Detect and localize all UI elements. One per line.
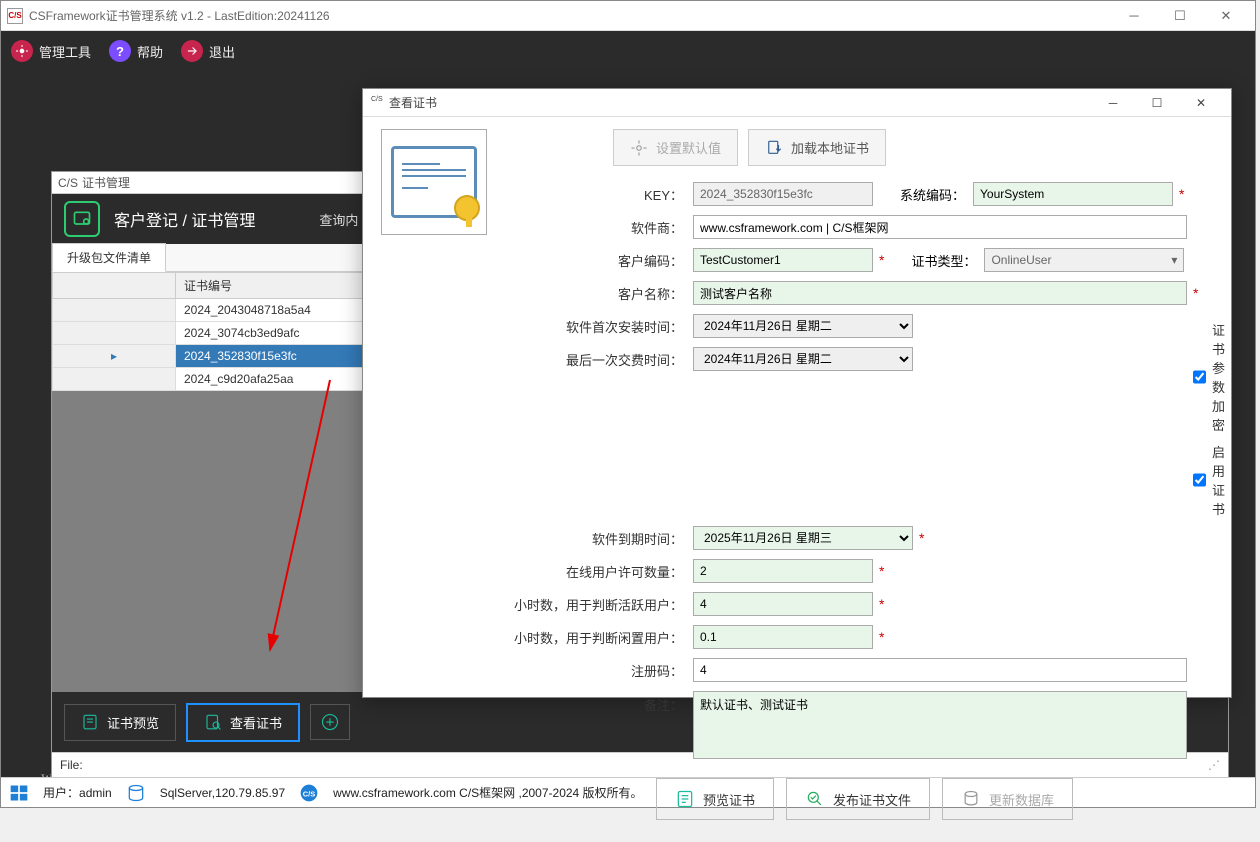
modal-title: 查看证书: [389, 94, 437, 111]
field-expire[interactable]: 2025年11月26日 星期三: [693, 526, 913, 550]
field-reg-code[interactable]: [693, 658, 1187, 682]
logo-icon: C/S: [299, 783, 319, 803]
preview-button[interactable]: 预览证书: [656, 778, 774, 820]
label-sys-code: 系统编码：: [893, 185, 973, 204]
check-encrypt[interactable]: 证书参数加密: [1193, 320, 1226, 434]
required-marker: *: [1179, 186, 1184, 202]
field-customer-name[interactable]: [693, 281, 1187, 305]
doc-load-icon: [765, 139, 783, 157]
help-icon: ?: [109, 40, 131, 62]
close-button[interactable]: ✕: [1203, 1, 1249, 31]
user-label: 用户：admin: [43, 784, 112, 801]
publish-button[interactable]: 发布证书文件: [786, 778, 930, 820]
label-reg-code: 注册码：: [503, 661, 693, 680]
label-active-hours: 小时数，用于判断活跃用户：: [503, 595, 693, 614]
preview-icon: [675, 789, 695, 809]
label-expire: 软件到期时间：: [503, 529, 693, 548]
windows-icon: [9, 783, 29, 803]
maximize-button[interactable]: ☐: [1157, 1, 1203, 31]
modal-titlebar: C/S 查看证书 ─ ☐ ✕: [363, 89, 1231, 117]
app-title: CSFramework证书管理系统 v1.2 - LastEdition:202…: [29, 7, 330, 24]
row-header-col: [53, 273, 176, 299]
file-label: File:: [60, 758, 83, 772]
db-icon: [126, 783, 146, 803]
cert-icon: [381, 129, 487, 235]
menu-exit[interactable]: 退出: [181, 40, 235, 62]
chevron-down-icon: ▾: [1171, 253, 1177, 267]
field-idle-hours[interactable]: [693, 625, 873, 649]
field-key: 2024_352830f15e3fc: [693, 182, 873, 206]
field-last-pay[interactable]: 2024年11月26日 星期二: [693, 347, 913, 371]
label-customer-code: 客户编码：: [503, 251, 693, 270]
menu-help[interactable]: ? 帮助: [109, 40, 163, 62]
plus-icon: [321, 713, 339, 731]
titlebar: C/S CSFramework证书管理系统 v1.2 - LastEdition…: [1, 1, 1255, 31]
label-customer-name: 客户名称：: [503, 284, 693, 303]
search-label: 查询内: [319, 210, 358, 229]
tools-icon: [11, 40, 33, 62]
db-info: SqlServer,120.79.85.97: [160, 786, 285, 800]
label-idle-hours: 小时数，用于判断闲置用户：: [503, 628, 693, 647]
menu-tools[interactable]: 管理工具: [11, 40, 91, 62]
label-remarks: 备注：: [503, 691, 693, 714]
publish-icon: [805, 789, 825, 809]
search-doc-icon: [204, 713, 222, 731]
field-active-hours[interactable]: [693, 592, 873, 616]
view-cert-button[interactable]: 查看证书: [186, 703, 300, 742]
label-vendor: 软件商：: [503, 218, 693, 237]
field-remarks[interactable]: [693, 691, 1187, 759]
field-online-users[interactable]: [693, 559, 873, 583]
child-title: 证书管理: [82, 174, 130, 191]
exit-icon: [181, 40, 203, 62]
db-update-icon: [961, 789, 981, 809]
gear-icon: [630, 139, 648, 157]
tab-upgrade-files[interactable]: 升级包文件清单: [52, 243, 166, 272]
update-db-button[interactable]: 更新数据库: [942, 778, 1073, 820]
field-vendor[interactable]: [693, 215, 1187, 239]
app-icon: C/S: [7, 8, 23, 24]
set-default-button[interactable]: 设置默认值: [613, 129, 738, 166]
minimize-button[interactable]: ─: [1111, 1, 1157, 31]
field-customer-code[interactable]: [693, 248, 873, 272]
label-key: KEY：: [503, 185, 693, 204]
check-enable[interactable]: 启用证书: [1193, 442, 1226, 518]
svg-text:C/S: C/S: [303, 789, 316, 798]
child-header-title: 客户登记 / 证书管理: [114, 207, 255, 231]
add-button[interactable]: [310, 704, 350, 740]
label-online-users: 在线用户许可数量：: [503, 562, 693, 581]
modal-maximize[interactable]: ☐: [1135, 89, 1179, 117]
field-sys-code[interactable]: [973, 182, 1173, 206]
menubar: 管理工具 ? 帮助 退出: [1, 31, 1255, 71]
cert-header-icon: [64, 201, 100, 237]
child-icon: C/S: [58, 176, 78, 190]
preview-cert-button[interactable]: 证书预览: [64, 704, 176, 741]
label-last-pay: 最后一次交费时间：: [503, 350, 693, 369]
field-cert-type[interactable]: OnlineUser ▾: [984, 248, 1184, 272]
load-local-button[interactable]: 加载本地证书: [748, 129, 886, 166]
label-cert-type: 证书类型：: [904, 251, 984, 270]
doc-icon: [81, 713, 99, 731]
field-first-install[interactable]: 2024年11月26日 星期二: [693, 314, 913, 338]
view-cert-modal: C/S 查看证书 ─ ☐ ✕ 设置默认值: [362, 88, 1232, 698]
label-first-install: 软件首次安装时间：: [503, 317, 693, 336]
modal-icon: C/S: [371, 96, 385, 110]
modal-minimize[interactable]: ─: [1091, 89, 1135, 117]
modal-close[interactable]: ✕: [1179, 89, 1223, 117]
